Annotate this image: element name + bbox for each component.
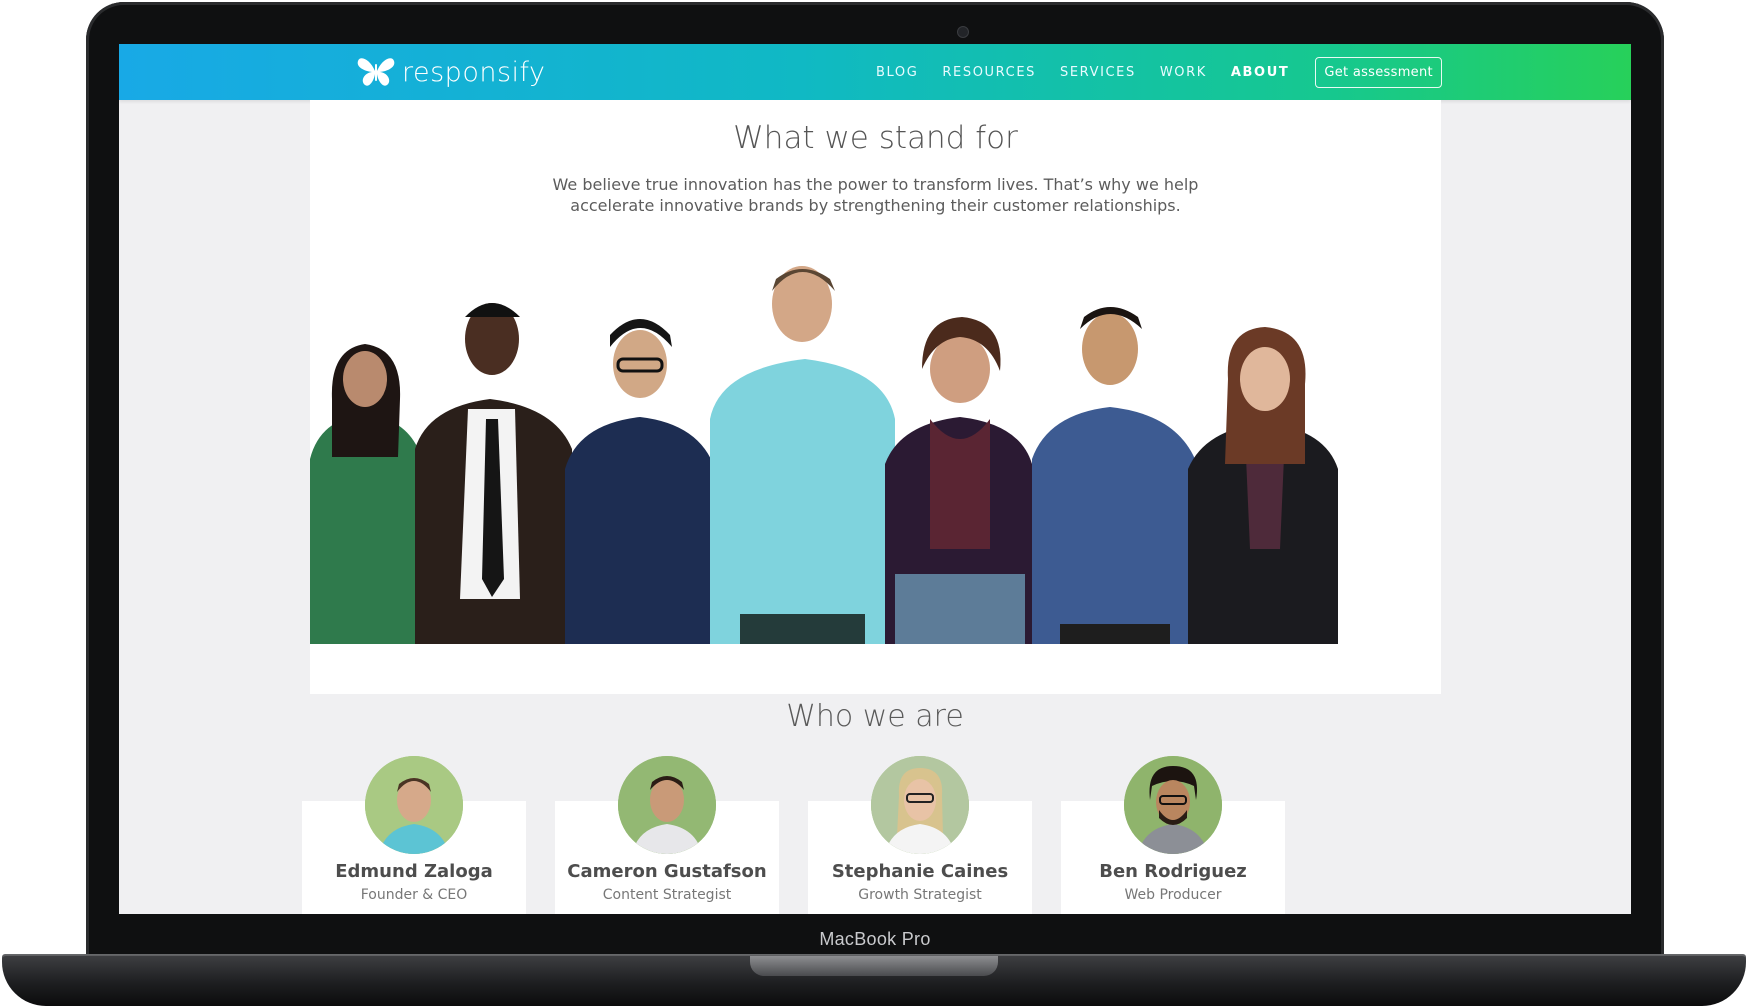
member-name: Cameron Gustafson — [567, 861, 767, 882]
member-role: Growth Strategist — [858, 887, 982, 903]
nav-item-services[interactable]: SERVICES — [1060, 65, 1136, 80]
nav-item-resources[interactable]: RESOURCES — [942, 65, 1036, 80]
member-name: Edmund Zaloga — [335, 861, 493, 882]
avatar — [618, 756, 716, 854]
member-role: Content Strategist — [602, 887, 732, 903]
team-member-card[interactable]: Edmund Zaloga Founder & CEO — [302, 756, 526, 914]
avatar — [365, 756, 463, 854]
section-title-mission: What we stand for — [733, 120, 1018, 156]
nav-item-work[interactable]: WORK — [1160, 65, 1207, 80]
team-member-card[interactable]: Stephanie Caines Growth Strategist — [808, 756, 1032, 914]
member-name: Stephanie Caines — [831, 861, 1009, 882]
team-member-card[interactable]: Ben Rodriguez Web Producer — [1061, 756, 1285, 914]
get-assessment-button[interactable]: Get assessment — [1315, 56, 1442, 88]
main-nav: BLOG RESOURCES SERVICES WORK ABOUT Get a… — [876, 44, 1442, 100]
member-name: Ben Rodriguez — [1099, 861, 1247, 882]
member-role: Web Producer — [1124, 887, 1222, 903]
nav-item-about[interactable]: ABOUT — [1231, 65, 1289, 80]
team-group-photo — [310, 219, 1441, 644]
brand-name: responsify — [402, 56, 546, 88]
nav-item-blog[interactable]: BLOG — [876, 65, 918, 80]
avatar — [871, 756, 969, 854]
section-title-team: Who we are — [786, 699, 964, 734]
device-model-label: MacBook Pro — [819, 929, 931, 949]
browser-viewport: responsify BLOG RESOURCES SERVICES WORK … — [119, 44, 1631, 914]
brand-logo[interactable]: responsify — [356, 53, 546, 91]
mission-statement: We believe true innovation has the power… — [552, 175, 1199, 215]
avatar — [1124, 756, 1222, 854]
butterfly-icon — [357, 58, 395, 86]
team-member-card[interactable]: Cameron Gustafson Content Strategist — [555, 756, 779, 914]
laptop-notch — [750, 956, 998, 976]
webcam — [957, 26, 969, 38]
member-role: Founder & CEO — [360, 887, 468, 903]
top-navbar: responsify BLOG RESOURCES SERVICES WORK … — [119, 44, 1631, 100]
